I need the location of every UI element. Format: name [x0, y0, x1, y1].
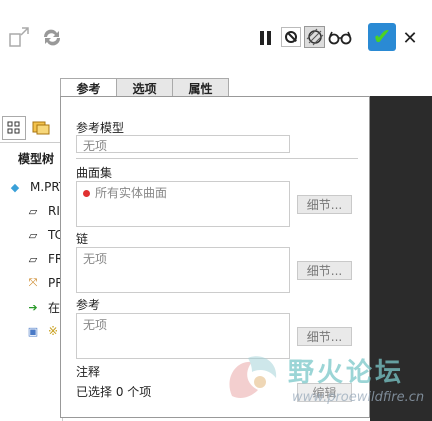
surface-set-item[interactable]: 所有实体曲面 — [95, 186, 167, 200]
glasses-icon[interactable] — [328, 28, 352, 48]
tree-row-label: ※ — [48, 324, 59, 338]
model-tree-tab-icon[interactable] — [2, 116, 26, 140]
tree-row[interactable]: ▣ ※ — [24, 321, 58, 341]
model-tree-tabs — [0, 112, 62, 143]
ok-checkmark-icon[interactable]: ✔ — [368, 23, 396, 51]
preview-icon[interactable] — [304, 26, 325, 48]
chain-label: 链 — [76, 232, 89, 246]
surface-set-details-button[interactable]: 细节... — [297, 195, 352, 214]
tree-row[interactable]: ◆ M.PRT — [6, 177, 66, 197]
reference-label: 参考 — [76, 298, 101, 312]
no-preview-icon[interactable] — [281, 27, 301, 47]
reference-details-button[interactable]: 细节... — [297, 327, 352, 346]
pause-icon[interactable] — [256, 28, 274, 48]
surface-set-label: 曲面集 — [76, 166, 113, 180]
tab-options[interactable]: 选项 — [116, 78, 173, 97]
edit-button[interactable]: 编辑 — [297, 383, 352, 402]
tree-row[interactable]: ▱ TC — [24, 225, 63, 245]
tree-row-label: RI — [48, 204, 60, 218]
references-panel: 参考模型 无项 曲面集 所有实体曲面 细节... 链 无项 细节... 参考 无… — [60, 96, 370, 418]
tree-row[interactable]: ⤧ PR — [24, 273, 64, 293]
graphics-area[interactable] — [370, 96, 432, 421]
surface-set-marker-icon — [83, 190, 90, 197]
folder-tab-icon[interactable] — [30, 116, 52, 138]
tree-row[interactable]: ➔ 在 — [24, 297, 60, 317]
tree-row-label: 在 — [48, 300, 61, 315]
datum-plane-icon: ▱ — [28, 204, 38, 218]
csys-icon: ⤧ — [28, 276, 38, 289]
chain-field[interactable]: 无项 — [76, 247, 290, 293]
dashboard-toolbar: ✔ ✕ — [0, 0, 432, 78]
datum-plane-icon: ▱ — [28, 228, 38, 242]
move-icon[interactable] — [6, 24, 32, 50]
ref-model-label: 参考模型 — [76, 121, 125, 135]
chain-details-button[interactable]: 细节... — [297, 261, 352, 280]
note-status: 已选择 0 个项 — [76, 385, 152, 399]
tab-references[interactable]: 参考 — [60, 78, 117, 98]
model-tree-title: 模型树 — [18, 152, 55, 166]
divider — [76, 158, 358, 159]
close-icon[interactable]: ✕ — [401, 27, 419, 49]
tab-properties[interactable]: 属性 — [172, 78, 229, 97]
model-tree-panel: 模型树 ◆ M.PRT ▱ RI ▱ TC ▱ FR ⤧ PR ➔ 在 ▣ ※ — [0, 112, 66, 421]
surface-set-field[interactable]: 所有实体曲面 — [76, 181, 290, 227]
tree-row[interactable]: ▱ RI — [24, 201, 60, 221]
ref-model-field[interactable]: 无项 — [76, 135, 290, 153]
note-label: 注释 — [76, 365, 101, 379]
regenerate-icon[interactable] — [40, 26, 64, 48]
dialog-tabs: 参考 选项 属性 — [60, 78, 229, 98]
tree-row[interactable]: ▱ FR — [24, 249, 63, 269]
datum-plane-icon: ▱ — [28, 252, 38, 266]
reference-field[interactable]: 无项 — [76, 313, 290, 359]
part-icon: ◆ — [10, 180, 20, 194]
feature-icon: ▣ — [27, 324, 39, 338]
insert-arrow-icon: ➔ — [28, 300, 38, 314]
